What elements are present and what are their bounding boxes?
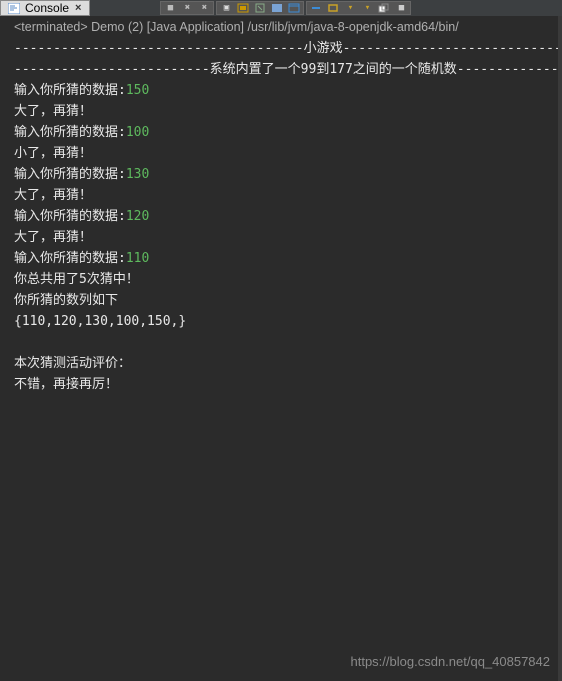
output-line: {110,120,130,100,150,} — [14, 311, 562, 332]
console-body: <terminated> Demo (2) [Java Application]… — [0, 16, 562, 681]
dropdown-icon[interactable]: ▾ — [342, 2, 358, 14]
output-line — [14, 332, 562, 353]
console-output: -------------------------------------小游戏… — [0, 38, 562, 395]
pin-console-icon[interactable] — [252, 2, 268, 14]
output-line: 你所猜的数列如下 — [14, 290, 562, 311]
tab-label: Console — [25, 1, 69, 15]
dropdown2-icon[interactable]: ▾ — [359, 2, 375, 14]
display-selected-icon[interactable] — [269, 2, 285, 14]
output-line: 大了，再猜！ — [14, 101, 562, 122]
user-input: 150 — [126, 83, 149, 98]
prompt-text: 输入你所猜的数据: — [14, 167, 126, 182]
scrollbar[interactable] — [558, 16, 562, 681]
toolbar-group-2: ▣ — [216, 1, 304, 15]
output-line: 输入你所猜的数据:100 — [14, 122, 562, 143]
clear-console-icon[interactable]: ▣ — [218, 2, 234, 14]
prompt-text: 输入你所猜的数据: — [14, 209, 126, 224]
open-console-icon[interactable] — [286, 2, 302, 14]
remove-all-icon[interactable]: ✖ — [179, 2, 195, 14]
output-line: 你总共用了5次猜中！ — [14, 269, 562, 290]
output-line: 大了，再猜！ — [14, 185, 562, 206]
console-toolbar: ■ ✖ ✖ ▣ ▾ ▾ — [90, 0, 562, 16]
tab-area: Console × — [0, 0, 90, 16]
watermark: https://blog.csdn.net/qq_40857842 — [351, 654, 551, 669]
remove-launch-icon[interactable]: ■ — [162, 2, 178, 14]
user-input: 130 — [126, 167, 149, 182]
top-bar: Console × ■ ✖ ✖ ▣ — [0, 0, 562, 16]
toolbar-group-3: ▾ ▾ ■ — [306, 1, 411, 15]
terminated-tag: <terminated> — [14, 20, 88, 34]
toolbar-group-1: ■ ✖ ✖ — [160, 1, 214, 15]
min-icon[interactable] — [308, 2, 324, 14]
output-line: -------------------------系统内置了一个99到177之间… — [14, 59, 562, 80]
console-icon — [7, 2, 21, 14]
output-line: 不错，再接再厉！ — [14, 374, 562, 395]
prompt-text: 输入你所猜的数据: — [14, 125, 126, 140]
process-header: <terminated> Demo (2) [Java Application]… — [0, 18, 562, 38]
output-line: 输入你所猜的数据:130 — [14, 164, 562, 185]
output-line: 小了，再猜！ — [14, 143, 562, 164]
output-line: 大了，再猜！ — [14, 227, 562, 248]
user-input: 100 — [126, 125, 149, 140]
console-tab[interactable]: Console × — [3, 1, 87, 15]
user-input: 110 — [126, 251, 149, 266]
restore-icon[interactable] — [376, 2, 392, 14]
output-line: -------------------------------------小游戏… — [14, 38, 562, 59]
prompt-text: 输入你所猜的数据: — [14, 83, 126, 98]
prompt-text: 输入你所猜的数据: — [14, 251, 126, 266]
process-info: Demo (2) [Java Application] /usr/lib/jvm… — [88, 20, 459, 34]
output-line: 输入你所猜的数据:150 — [14, 80, 562, 101]
user-input: 120 — [126, 209, 149, 224]
close2-icon[interactable]: ■ — [393, 2, 409, 14]
close-icon[interactable]: × — [73, 2, 83, 14]
scroll-lock-icon[interactable] — [235, 2, 251, 14]
remove-all2-icon[interactable]: ✖ — [196, 2, 212, 14]
output-line: 输入你所猜的数据:110 — [14, 248, 562, 269]
output-line: 输入你所猜的数据:120 — [14, 206, 562, 227]
output-line: 本次猜测活动评价： — [14, 353, 562, 374]
max-icon[interactable] — [325, 2, 341, 14]
